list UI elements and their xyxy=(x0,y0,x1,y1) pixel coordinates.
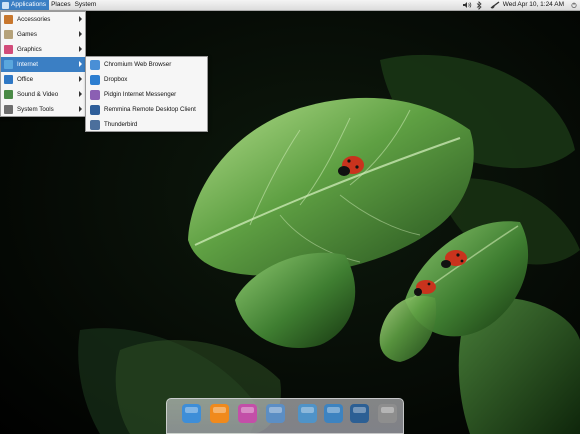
menu-item-sound-video[interactable]: Sound & Video xyxy=(1,87,85,102)
submenu-arrow-icon xyxy=(79,61,82,67)
home-folder-icon[interactable] xyxy=(297,403,318,424)
submenu-item-remmina-remote-desktop-client[interactable]: Remmina Remote Desktop Client xyxy=(86,102,207,117)
top-panel: Applications Places System Wed Apr 10, 1… xyxy=(0,0,580,11)
submenu-item-label: Pidgin Internet Messenger xyxy=(104,91,177,98)
power-icon[interactable] xyxy=(570,0,578,10)
menu-item-label: Office xyxy=(17,76,34,83)
chromium-icon[interactable] xyxy=(181,403,202,424)
menu-item-office[interactable]: Office xyxy=(1,72,85,87)
submenu-arrow-icon xyxy=(79,91,82,97)
menu-item-label: Games xyxy=(17,31,37,38)
system-tools-icon xyxy=(4,105,13,114)
internet-submenu: Chromium Web Browser Dropbox Pidgin Intern… xyxy=(85,56,208,132)
pidgin-internet-messenger-icon xyxy=(90,89,100,100)
application-dock xyxy=(166,398,404,434)
menu-item-label: Internet xyxy=(17,61,38,68)
submenu-arrow-icon xyxy=(79,16,82,22)
submenu-item-pidgin-internet-messenger[interactable]: Pidgin Internet Messenger xyxy=(86,87,207,102)
menu-item-system-tools[interactable]: System Tools xyxy=(1,102,85,117)
submenu-item-label: Dropbox xyxy=(104,76,128,83)
applications-dropdown: Accessories Games Graphics Internet Office So… xyxy=(0,11,86,117)
places-menu-button[interactable]: Places xyxy=(49,0,73,10)
submenu-arrow-icon xyxy=(79,31,82,37)
network-icon[interactable] xyxy=(489,0,501,10)
submenu-item-dropbox[interactable]: Dropbox xyxy=(86,72,207,87)
document-viewer-icon[interactable] xyxy=(265,403,286,424)
applications-menu-button[interactable]: Applications xyxy=(0,0,50,10)
menu-item-graphics[interactable]: Graphics xyxy=(1,42,85,57)
menu-item-internet[interactable]: Internet xyxy=(1,57,85,72)
submenu-item-label: Thunderbird xyxy=(104,121,138,128)
menu-item-accessories[interactable]: Accessories xyxy=(1,12,85,27)
submenu-item-label: Remmina Remote Desktop Client xyxy=(104,106,196,113)
menu-item-label: Sound & Video xyxy=(17,91,59,98)
files-folder-icon[interactable] xyxy=(323,403,344,424)
menu-item-games[interactable]: Games xyxy=(1,27,85,42)
submenu-item-label: Chromium Web Browser xyxy=(104,61,172,68)
games-icon xyxy=(4,30,13,39)
trash-icon[interactable] xyxy=(377,403,398,424)
submenu-item-chromium-web-browser[interactable]: Chromium Web Browser xyxy=(86,57,207,72)
dropbox-icon xyxy=(90,74,100,85)
panel-clock[interactable]: Wed Apr 10, 1:24 AM xyxy=(503,0,564,10)
audio-player-icon[interactable] xyxy=(237,403,258,424)
submenu-arrow-icon xyxy=(79,46,82,52)
menu-item-label: System Tools xyxy=(17,106,54,113)
internet-icon xyxy=(4,60,13,69)
system-menu-button[interactable]: System xyxy=(73,0,99,10)
menu-item-label: Accessories xyxy=(17,16,51,23)
accessories-icon xyxy=(4,15,13,24)
applications-menu-label: Applications xyxy=(11,1,47,8)
chromium-web-browser-icon xyxy=(90,59,100,70)
screenshot-tool-icon[interactable] xyxy=(349,403,370,424)
applications-icon xyxy=(2,1,9,9)
submenu-item-thunderbird[interactable]: Thunderbird xyxy=(86,117,207,132)
thunderbird-icon xyxy=(90,119,100,130)
sound-video-icon xyxy=(4,90,13,99)
submenu-arrow-icon xyxy=(79,106,82,112)
office-icon xyxy=(4,75,13,84)
submenu-arrow-icon xyxy=(79,76,82,82)
graphics-icon xyxy=(4,45,13,54)
remmina-remote-desktop-client-icon xyxy=(90,104,100,115)
volume-icon[interactable] xyxy=(462,0,472,10)
bluetooth-icon[interactable] xyxy=(475,0,483,10)
vlc-icon[interactable] xyxy=(209,403,230,424)
menu-item-label: Graphics xyxy=(17,46,42,53)
